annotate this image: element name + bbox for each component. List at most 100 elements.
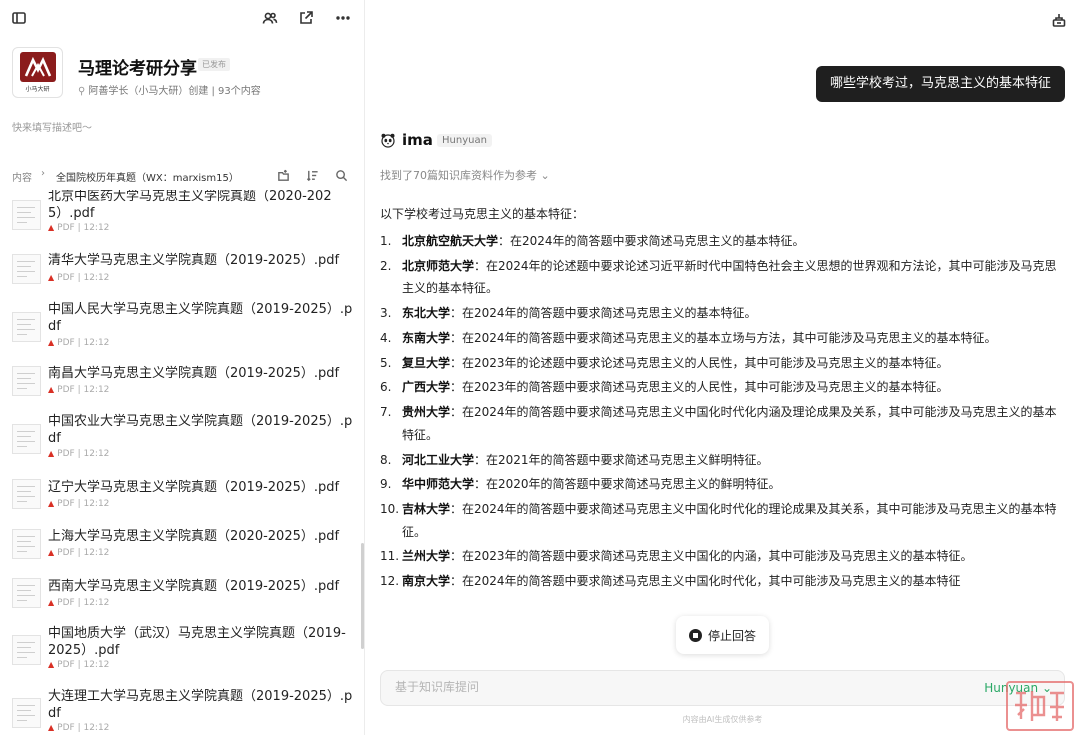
- pdf-thumbnail: [12, 529, 41, 559]
- school-name: 华中师范大学: [402, 477, 475, 492]
- file-meta: ▲ PDF | 12:12: [48, 273, 110, 283]
- school-name: 北京师范大学: [402, 258, 475, 273]
- pdf-thumbnail: [12, 424, 41, 454]
- sort-icon[interactable]: [306, 167, 322, 183]
- pdf-thumbnail: [12, 635, 41, 665]
- knowledge-base-header: 小马大研 马理论考研分享 已发布 ⚲ 阿善学长（小马大研）创建 | 93个内容: [12, 47, 357, 103]
- answer-item: 1. 北京航空航天大学：在2024年的简答题中要求简述马克思主义的基本特征。: [380, 234, 805, 248]
- export-icon[interactable]: [1048, 9, 1070, 31]
- panda-avatar-icon: [381, 133, 395, 148]
- list-item[interactable]: 南昌大学马克思主义学院真题（2019-2025）.pdf ▲ PDF | 12:1…: [0, 358, 360, 404]
- answer-list: 1. 北京航空航天大学：在2024年的简答题中要求简述马克思主义的基本特征。 2.…: [380, 230, 1062, 595]
- references-toggle[interactable]: 找到了70篇知识库资料作为参考 ⌄: [380, 167, 550, 183]
- list-item[interactable]: 辽宁大学马克思主义学院真题（2019-2025）.pdf ▲ PDF | 12:1…: [0, 470, 360, 516]
- answer-item: 6. 广西大学：在2023年的简答题中要求简述马克思主义的人民性，其中可能涉及马克…: [380, 380, 949, 395]
- answer-item: 2. 北京师范大学：在2024年的论述题中要求论述习近平新时代中国特色社会主义思想…: [380, 258, 1057, 296]
- pdf-icon: ▲: [48, 723, 55, 732]
- list-item[interactable]: 中国人民大学马克思主义学院真题（2019-2025）.pdf ▲ PDF | 12…: [0, 300, 360, 356]
- published-badge: 已发布: [198, 58, 230, 71]
- model-tag: Hunyuan: [437, 134, 492, 147]
- answer-item: 9. 华中师范大学：在2020年的简答题中要求简述马克思主义的鲜明特征。: [380, 477, 781, 492]
- sidebar-toggle-icon[interactable]: [8, 7, 30, 29]
- school-name: 广西大学: [402, 380, 451, 395]
- app-window: 小马大研 马理论考研分享 已发布 ⚲ 阿善学长（小马大研）创建 | 93个内容 快…: [0, 0, 1080, 735]
- breadcrumb-current[interactable]: 全国院校历年真题（WX：marxism15）: [56, 169, 239, 184]
- file-name: 辽宁大学马克思主义学院真题（2019-2025）.pdf: [48, 480, 340, 495]
- pdf-icon: ▲: [48, 598, 55, 607]
- stop-answer-button[interactable]: 停止回答: [676, 616, 769, 654]
- file-meta: ▲ PDF | 12:12: [48, 449, 110, 459]
- file-meta: ▲ PDF | 12:12: [48, 499, 110, 509]
- list-item[interactable]: 清华大学马克思主义学院真题（2019-2025）.pdf ▲ PDF | 12:1…: [0, 246, 360, 292]
- chevron-right-icon: ›: [41, 168, 45, 179]
- stop-icon: [688, 628, 702, 642]
- watermark-stamp: [1006, 681, 1074, 731]
- file-meta: ▲ PDF | 12:12: [48, 385, 110, 395]
- pdf-icon: ▲: [48, 499, 55, 508]
- search-icon[interactable]: [335, 167, 351, 183]
- file-name: 大连理工大学马克思主义学院真题（2019-2025）.pdf: [48, 689, 353, 721]
- knowledge-base-title: 马理论考研分享: [78, 59, 197, 79]
- pdf-icon: ▲: [48, 660, 55, 669]
- list-item[interactable]: 上海大学马克思主义学院真题（2020-2025）.pdf ▲ PDF | 12:1…: [0, 520, 360, 566]
- file-name: 北京中医药大学马克思主义学院真题（2020-2025）.pdf: [48, 190, 332, 221]
- knowledge-base-logo: 小马大研: [12, 47, 63, 98]
- pdf-icon: ▲: [48, 223, 55, 232]
- school-name: 东北大学: [402, 306, 451, 321]
- file-meta: ▲ PDF | 12:12: [48, 223, 110, 233]
- user-question-bubble: 哪些学校考过，马克思主义的基本特征: [815, 66, 1065, 102]
- pdf-thumbnail: [12, 312, 41, 342]
- school-name: 东南大学: [402, 330, 451, 345]
- file-meta: ▲ PDF | 12:12: [48, 548, 110, 558]
- pdf-icon: ▲: [48, 338, 55, 347]
- description-field[interactable]: 快来填写描述吧～: [12, 119, 92, 134]
- list-item[interactable]: 中国地质大学（武汉）马克思主义学院真题（2019-2025）.pdf ▲ PDF …: [0, 624, 360, 680]
- pdf-icon: ▲: [48, 548, 55, 557]
- pdf-thumbnail: [12, 254, 41, 284]
- pdf-thumbnail: [12, 479, 41, 509]
- breadcrumb-root[interactable]: 内容: [12, 169, 32, 184]
- answer-intro: 以下学校考过马克思主义的基本特征：: [380, 207, 585, 221]
- file-name: 中国地质大学（武汉）马克思主义学院真题（2019-2025）.pdf: [48, 626, 346, 658]
- knowledge-base-panel: 小马大研 马理论考研分享 已发布 ⚲ 阿善学长（小马大研）创建 | 93个内容 快…: [0, 0, 365, 735]
- file-meta: ▲ PDF | 12:12: [48, 660, 110, 670]
- answer-item: 12. 南京大学：在2024年的简答题中要求简述马克思主义中国化时代化，其中可能涉…: [380, 574, 961, 589]
- school-name: 贵州大学: [402, 405, 451, 420]
- pdf-thumbnail: [12, 200, 41, 230]
- file-name: 中国农业大学马克思主义学院真题（2019-2025）.pdf: [48, 414, 353, 446]
- file-meta: ▲ PDF | 12:12: [48, 598, 110, 608]
- chat-panel: 哪些学校考过，马克思主义的基本特征 ima Hunyuan 找到了70篇知识库资…: [365, 0, 1080, 735]
- list-item[interactable]: 北京中医药大学马克思主义学院真题（2020-2025）.pdf ▲ PDF | 1…: [0, 190, 360, 242]
- file-name: 中国人民大学马克思主义学院真题（2019-2025）.pdf: [48, 302, 353, 334]
- school-name: 河北工业大学: [402, 452, 475, 467]
- list-item[interactable]: 大连理工大学马克思主义学院真题（2019-2025）.pdf ▲ PDF | 12…: [0, 687, 360, 735]
- pdf-thumbnail: [12, 698, 41, 728]
- breadcrumb: 内容 › 全国院校历年真题（WX：marxism15）: [0, 162, 364, 190]
- pdf-thumbnail: [12, 366, 41, 396]
- answer-item: 8. 河北工业大学：在2021年的简答题中要求简述马克思主义鲜明特征。: [380, 452, 769, 467]
- list-item[interactable]: 西南大学马克思主义学院真题（2019-2025）.pdf ▲ PDF | 12:1…: [0, 570, 360, 616]
- share-icon[interactable]: [295, 7, 317, 29]
- members-icon[interactable]: [259, 7, 281, 29]
- school-name: 复旦大学: [402, 355, 451, 370]
- file-list-scrollbar[interactable]: [361, 543, 364, 649]
- file-name: 清华大学马克思主义学院真题（2019-2025）.pdf: [48, 253, 340, 268]
- pdf-thumbnail: [12, 578, 41, 608]
- file-name: 南昌大学马克思主义学院真题（2019-2025）.pdf: [48, 366, 340, 381]
- pdf-icon: ▲: [48, 449, 55, 458]
- answer-item: 10. 吉林大学：在2024年的简答题中要求简述马克思主义中国化时代化的理论成果及…: [380, 502, 1057, 539]
- question-input[interactable]: [395, 680, 895, 694]
- add-folder-icon[interactable]: [277, 167, 293, 183]
- answer-item: 3. 东北大学：在2024年的简答题中要求简述马克思主义的基本特征。: [380, 306, 757, 321]
- file-list: 北京中医药大学马克思主义学院真题（2020-2025）.pdf ▲ PDF | 1…: [0, 190, 364, 735]
- left-toolbar: [0, 0, 364, 36]
- file-meta: ▲ PDF | 12:12: [48, 723, 110, 733]
- stop-answer-label: 停止回答: [707, 628, 756, 643]
- answer-item: 5. 复旦大学：在2023年的论述题中要求论述马克思主义的人民性，其中可能涉及马克…: [380, 355, 949, 370]
- school-name: 北京航空航天大学: [402, 234, 499, 248]
- pin-icon: ⚲: [78, 86, 86, 97]
- list-item[interactable]: 中国农业大学马克思主义学院真题（2019-2025）.pdf ▲ PDF | 12…: [0, 412, 360, 468]
- more-icon[interactable]: [332, 7, 354, 29]
- knowledge-base-meta: ⚲ 阿善学长（小马大研）创建 | 93个内容: [78, 82, 261, 97]
- file-name: 上海大学马克思主义学院真题（2020-2025）.pdf: [48, 529, 340, 544]
